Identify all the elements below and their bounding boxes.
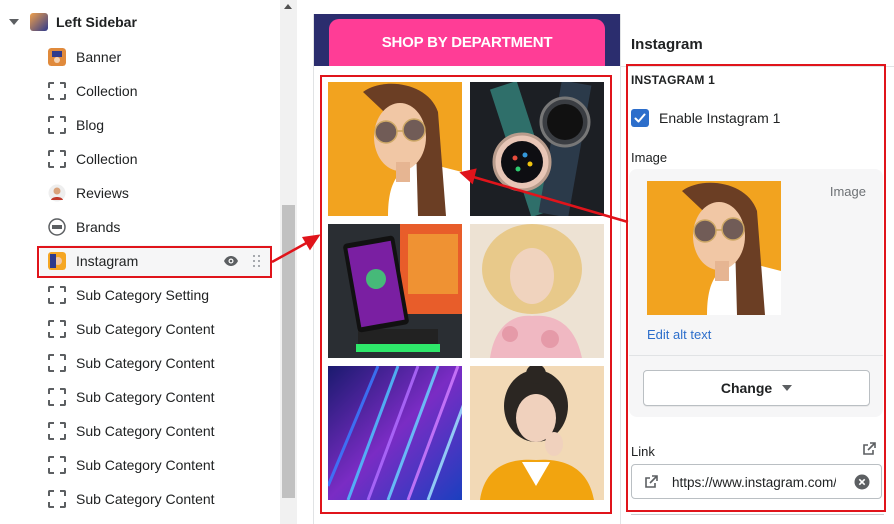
divider: [621, 66, 894, 67]
enable-instagram-checkbox[interactable]: [631, 109, 649, 127]
image-field-label: Image: [631, 150, 668, 165]
sidebar-scrollbar[interactable]: [280, 0, 297, 524]
sidebar-item-label: Banner: [76, 49, 122, 65]
external-link-icon: [645, 475, 658, 488]
sidebar-item-label: Sub Category Content: [76, 491, 215, 507]
link-field[interactable]: [631, 464, 882, 499]
sidebar-item-reviews[interactable]: Reviews: [40, 177, 272, 209]
shop-by-department-button[interactable]: SHOP BY DEPARTMENT: [329, 19, 605, 66]
reviews-thumb-icon: [48, 184, 66, 202]
woman-sunglasses-photo[interactable]: [328, 82, 462, 216]
link-input[interactable]: [672, 472, 836, 492]
sidebar-item-sub-category-content[interactable]: Sub Category Content: [40, 415, 272, 447]
sidebar-item-sub-category-content[interactable]: Sub Category Content: [40, 449, 272, 481]
sidebar-item-sub-category-setting[interactable]: Sub Category Setting: [40, 279, 272, 311]
section-dashed-icon: [48, 388, 66, 406]
divider: [631, 514, 884, 515]
eye-icon[interactable]: [223, 254, 239, 268]
sidebar-item-collection-2[interactable]: Collection: [40, 143, 272, 175]
edit-alt-text-link[interactable]: Edit alt text: [647, 327, 711, 342]
selected-image-thumbnail[interactable]: [647, 181, 781, 315]
sidebar-item-label: Sub Category Content: [76, 389, 215, 405]
scroll-up-icon[interactable]: [284, 4, 292, 9]
section-dashed-icon: [48, 490, 66, 508]
abstract-light-photo[interactable]: [328, 366, 462, 500]
caret-down-icon[interactable]: [9, 19, 19, 25]
caret-down-icon: [782, 385, 793, 391]
link-field-label: Link: [631, 444, 655, 459]
external-link-icon[interactable]: [862, 442, 876, 456]
sidebar-item-sub-category-content[interactable]: Sub Category Content: [40, 483, 272, 515]
section-dashed-icon: [48, 82, 66, 100]
sidebar-item-instagram[interactable]: Instagram: [40, 245, 272, 277]
girl-yellow-jacket-photo[interactable]: [470, 366, 604, 500]
sidebar-item-blog[interactable]: Blog: [40, 109, 272, 141]
theme-preview: SHOP BY DEPARTMENT: [313, 14, 621, 524]
change-button-label: Change: [720, 380, 773, 396]
smartwatch-photo[interactable]: [470, 82, 604, 216]
section-dashed-icon: [48, 150, 66, 168]
sidebar-item-label: Collection: [76, 83, 138, 99]
section-thumb-icon: [30, 13, 48, 31]
drag-handle-icon[interactable]: [253, 255, 261, 267]
sidebar-item-label: Instagram: [76, 253, 139, 269]
change-image-button[interactable]: Change: [643, 370, 870, 406]
sidebar-item-label: Collection: [76, 151, 138, 167]
section-dashed-icon: [48, 422, 66, 440]
sidebar-group-header[interactable]: Left Sidebar: [0, 7, 280, 37]
curly-hair-woman-photo[interactable]: [470, 224, 604, 358]
section-dashed-icon: [48, 116, 66, 134]
sidebar-item-sub-category-content[interactable]: Sub Category Content: [40, 347, 272, 379]
sidebar-item-sub-category-content[interactable]: Sub Category Content: [40, 381, 272, 413]
sidebar-group-label: Left Sidebar: [56, 14, 137, 30]
section-dashed-icon: [48, 320, 66, 338]
sidebar-item-sub-category-content[interactable]: Sub Category Content: [40, 313, 272, 345]
scrollbar-thumb[interactable]: [282, 205, 295, 498]
phone-charger-photo[interactable]: [328, 224, 462, 358]
sidebar-item-label: Sub Category Content: [76, 457, 215, 473]
sidebar-item-collection[interactable]: Collection: [40, 75, 272, 107]
section-dashed-icon: [48, 286, 66, 304]
image-picker-card: Image Edit alt text Change: [629, 169, 883, 417]
sidebar-item-banner[interactable]: Banner: [40, 41, 272, 73]
sidebar-item-label: Sub Category Content: [76, 423, 215, 439]
instagram-thumb-icon: [48, 252, 66, 270]
section-dashed-icon: [48, 354, 66, 372]
section-heading: INSTAGRAM 1: [631, 73, 715, 87]
enable-instagram-label[interactable]: Enable Instagram 1: [659, 110, 780, 126]
divider: [629, 355, 883, 356]
sidebar-item-brands[interactable]: Brands: [40, 211, 272, 243]
sidebar-item-label: Blog: [76, 117, 105, 133]
image-type-label: Image: [829, 184, 866, 199]
settings-panel: Instagram INSTAGRAM 1 Enable Instagram 1…: [620, 14, 894, 524]
sidebar-item-label: Sub Category Content: [76, 321, 215, 337]
section-dashed-icon: [48, 456, 66, 474]
preview-banner: SHOP BY DEPARTMENT: [314, 14, 621, 66]
left-sidebar: Left Sidebar Banner Collection Blog Coll…: [0, 0, 297, 524]
banner-thumb-icon: [48, 48, 66, 66]
sidebar-item-label: Reviews: [76, 185, 129, 201]
clear-icon[interactable]: [854, 474, 870, 490]
panel-title: Instagram: [631, 36, 703, 53]
sidebar-item-label: Brands: [76, 219, 121, 235]
sidebar-item-label: Sub Category Content: [76, 355, 215, 371]
sidebar-item-label: Sub Category Setting: [76, 287, 210, 303]
brands-thumb-icon: [48, 218, 66, 236]
